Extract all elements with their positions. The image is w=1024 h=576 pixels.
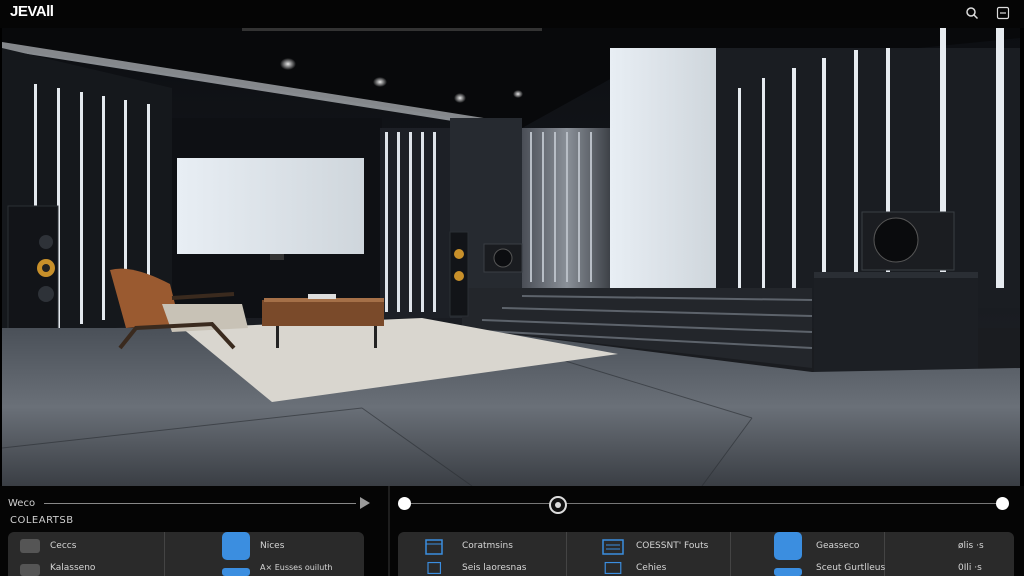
right-timeline-track[interactable]: [404, 503, 1004, 504]
window-icon[interactable]: [995, 5, 1011, 21]
right-item-sceut[interactable]: Sceut Gurtlleus: [762, 532, 886, 576]
left-panel-subtitle: COLEARTSB: [10, 515, 74, 526]
left-item-label: A× Eusses ouiluth: [260, 563, 333, 572]
left-panel-title: Weco: [8, 498, 36, 509]
right-item-cehies[interactable]: Cehies: [586, 532, 726, 576]
right-item-label: Seis laoresnas: [462, 563, 527, 573]
gray-square-icon: [20, 564, 40, 576]
left-grid-divider: [164, 532, 165, 576]
right-item-oili[interactable]: 0Ili ·s: [930, 532, 1010, 576]
top-bar: JEVAll: [0, 0, 1024, 28]
right-item-seis[interactable]: Seis laoresnas: [414, 532, 564, 576]
right-item-label: 0Ili ·s: [958, 563, 982, 573]
blue-app-icon: [222, 568, 250, 576]
blue-app-icon: [774, 568, 802, 576]
timeline-playhead[interactable]: [549, 496, 567, 514]
right-grid-divider: [730, 532, 731, 576]
play-icon[interactable]: [360, 497, 370, 509]
bottom-panel: Weco COLEARTSB Ceccs Nices Kalasseno A× …: [0, 486, 1024, 576]
left-panel: Weco COLEARTSB Ceccs Nices Kalasseno A× …: [0, 486, 388, 576]
timeline-start-handle[interactable]: [398, 497, 411, 510]
panel-icon: [602, 560, 624, 576]
folder-icon: [424, 560, 446, 576]
right-panel: Coratmsins COESSNT' Fouts Geasseco ølis …: [390, 486, 1024, 576]
right-grid-divider: [566, 532, 567, 576]
left-timeline-track[interactable]: [44, 503, 356, 504]
right-item-label: Cehies: [636, 563, 667, 573]
left-item-kalasseno[interactable]: Kalasseno: [10, 532, 160, 576]
left-item-label: Kalasseno: [50, 563, 96, 573]
left-item-eusses[interactable]: A× Eusses ouiluth: [170, 532, 360, 576]
app-logo: JEVAll: [10, 3, 54, 20]
search-icon[interactable]: [964, 5, 980, 21]
studio-scene-image: [2, 28, 1020, 486]
studio-scene-viewport[interactable]: [2, 28, 1020, 486]
right-item-label: Sceut Gurtlleus: [816, 563, 886, 573]
timeline-end-handle[interactable]: [996, 497, 1009, 510]
